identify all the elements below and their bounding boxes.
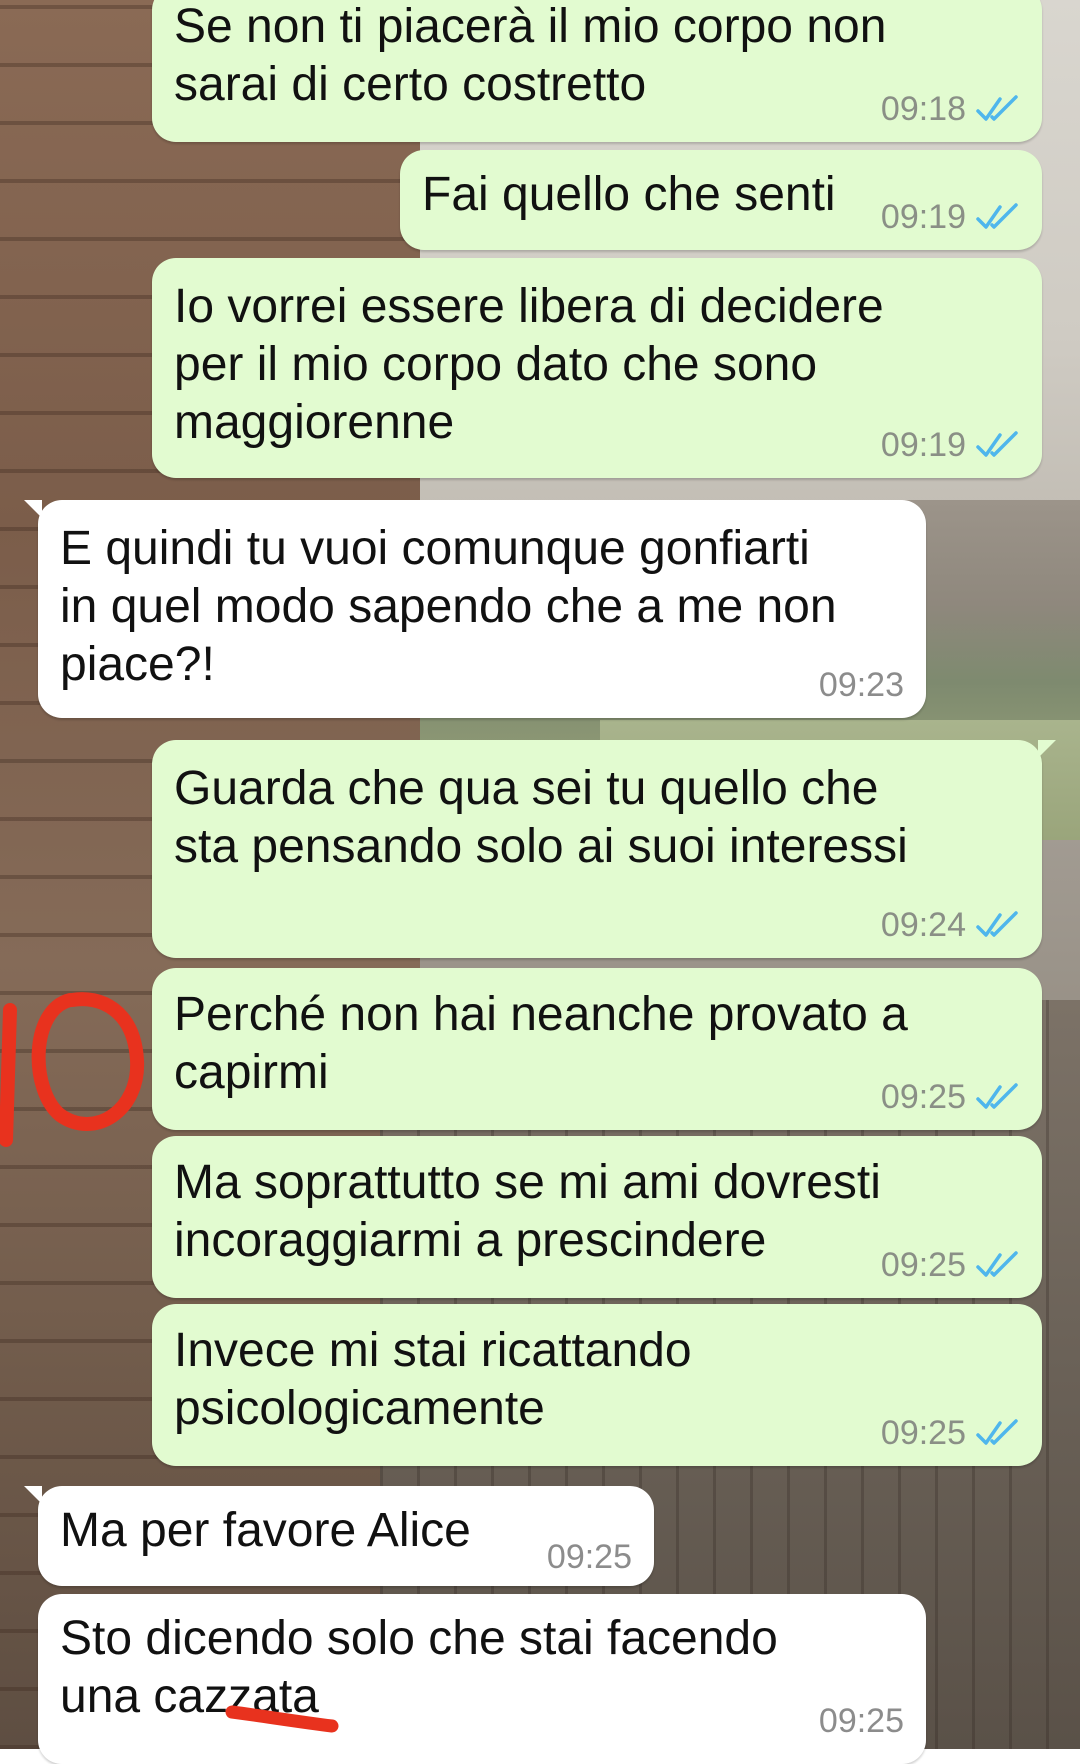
read-double-check-icon [976, 911, 1018, 937]
read-double-check-icon [976, 95, 1018, 121]
message-meta: 09:25 [819, 1702, 904, 1740]
message-meta: 09:23 [819, 666, 904, 704]
message-meta: 09:25 [881, 1246, 1020, 1284]
message-text: Fai quello che senti [422, 168, 836, 221]
message-time: 09:25 [880, 1246, 966, 1284]
read-double-check-icon [976, 203, 1018, 229]
message-meta: 09:19 [881, 426, 1020, 464]
message-bubble-outgoing[interactable]: Fai quello che senti 09:19 [400, 150, 1042, 250]
message-text: Se non ti piacerà il mio corpo non sarai… [174, 0, 887, 111]
read-double-check-icon [976, 1083, 1018, 1109]
message-text: Ma soprattutto se mi ami dovresti incora… [174, 1156, 881, 1267]
message-time: 09:18 [880, 90, 966, 128]
read-double-check-icon [976, 431, 1018, 457]
message-meta: 09:25 [881, 1078, 1020, 1116]
message-text: Invece mi stai ricattando psicologicamen… [174, 1324, 692, 1435]
message-text: Guarda che qua sei tu quello che sta pen… [174, 762, 908, 873]
message-meta: 09:25 [547, 1538, 632, 1576]
message-time: 09:19 [880, 198, 966, 236]
message-meta: 09:25 [881, 1414, 1020, 1452]
message-bubble-incoming[interactable]: Sto dicendo solo che stai facendo una ca… [38, 1594, 926, 1764]
bubble-tail [24, 500, 42, 518]
message-bubble-outgoing[interactable]: Io vorrei essere libera di decidere per … [152, 258, 1042, 478]
bubble-tail [1038, 740, 1056, 758]
message-list[interactable]: Se non ti piacerà il mio corpo non sarai… [0, 0, 1080, 1764]
message-bubble-outgoing[interactable]: Invece mi stai ricattando psicologicamen… [152, 1304, 1042, 1466]
message-meta: 09:24 [881, 906, 1020, 944]
message-time: 09:25 [880, 1414, 966, 1452]
message-bubble-outgoing[interactable]: Guarda che qua sei tu quello che sta pen… [152, 740, 1056, 958]
message-text: Sto dicendo solo che stai facendo una ca… [60, 1612, 778, 1723]
message-bubble-outgoing[interactable]: Perché non hai neanche provato a capirmi… [152, 968, 1042, 1130]
message-meta: 09:19 [881, 198, 1020, 236]
message-time: 09:25 [546, 1538, 632, 1576]
message-text: E quindi tu vuoi comunque gonfiarti in q… [60, 522, 837, 691]
message-time: 09:25 [818, 1702, 904, 1740]
message-bubble-outgoing[interactable]: Se non ti piacerà il mio corpo non sarai… [152, 0, 1042, 142]
read-double-check-icon [976, 1251, 1018, 1277]
message-text: Perché non hai neanche provato a capirmi [174, 988, 908, 1099]
message-bubble-incoming[interactable]: E quindi tu vuoi comunque gonfiarti in q… [24, 500, 926, 718]
bubble-tail [24, 1486, 42, 1504]
message-time: 09:23 [818, 666, 904, 704]
message-bubble-outgoing[interactable]: Ma soprattutto se mi ami dovresti incora… [152, 1136, 1042, 1298]
message-text: Ma per favore Alice [60, 1504, 471, 1557]
read-double-check-icon [976, 1419, 1018, 1445]
message-time: 09:25 [880, 1078, 966, 1116]
message-time: 09:24 [880, 906, 966, 944]
message-time: 09:19 [880, 426, 966, 464]
message-text: Io vorrei essere libera di decidere per … [174, 280, 884, 449]
message-bubble-incoming[interactable]: Ma per favore Alice 09:25 [24, 1486, 654, 1586]
message-meta: 09:18 [881, 90, 1020, 128]
